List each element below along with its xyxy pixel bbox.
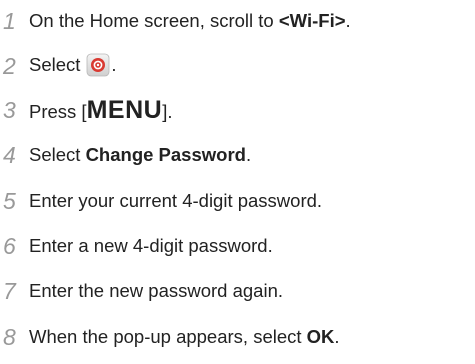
step-text: Select Change Password. bbox=[29, 143, 252, 165]
step-bold-term: OK bbox=[306, 325, 335, 347]
step-7: 7 Enter the new password again. bbox=[0, 271, 283, 311]
step-text: When the pop-up appears, select OK. bbox=[29, 325, 340, 347]
step-number: 6 bbox=[3, 232, 16, 259]
step-5: 5 Enter your current 4-digit password. bbox=[0, 181, 322, 221]
step-text: Select . bbox=[29, 53, 117, 78]
step-text: Press [MENU]. bbox=[29, 95, 173, 124]
settings-app-icon bbox=[86, 53, 110, 77]
menu-key-label: MENU bbox=[86, 95, 163, 124]
step-1: 1 On the Home screen, scroll to <Wi-Fi>. bbox=[0, 1, 351, 41]
step-number: 5 bbox=[3, 187, 16, 214]
step-3: 3 Press [MENU]. bbox=[0, 90, 172, 130]
step-text-after: ]. bbox=[162, 100, 173, 122]
step-text: Enter the new password again. bbox=[29, 279, 284, 301]
step-text-after: . bbox=[111, 53, 117, 75]
step-bold-term: Change Password bbox=[85, 143, 246, 165]
step-text-before: On the Home screen, scroll to bbox=[29, 9, 279, 31]
step-text-after: . bbox=[245, 143, 252, 165]
step-number: 2 bbox=[3, 52, 16, 79]
step-number: 1 bbox=[3, 7, 16, 34]
step-8: 8 When the pop-up appears, select OK. bbox=[0, 317, 340, 357]
step-text-before: Press [ bbox=[29, 100, 87, 122]
step-bold-term: <Wi-Fi> bbox=[278, 9, 346, 31]
step-number: 7 bbox=[3, 277, 16, 304]
step-text: Enter your current 4-digit password. bbox=[29, 189, 323, 211]
step-text-after: . bbox=[345, 9, 351, 31]
step-text: Enter a new 4-digit password. bbox=[29, 234, 273, 256]
step-number: 3 bbox=[3, 96, 16, 123]
step-text-after: . bbox=[334, 325, 340, 347]
step-text-before: When the pop-up appears, select bbox=[29, 325, 307, 347]
step-text-before: Select bbox=[29, 143, 86, 165]
step-4: 4 Select Change Password. bbox=[0, 135, 251, 175]
step-6: 6 Enter a new 4-digit password. bbox=[0, 226, 273, 266]
step-text: On the Home screen, scroll to <Wi-Fi>. bbox=[29, 9, 351, 31]
step-number: 8 bbox=[3, 323, 16, 350]
step-text-before: Select bbox=[29, 53, 81, 75]
step-2: 2 Select . bbox=[0, 46, 117, 86]
step-number: 4 bbox=[3, 141, 16, 168]
